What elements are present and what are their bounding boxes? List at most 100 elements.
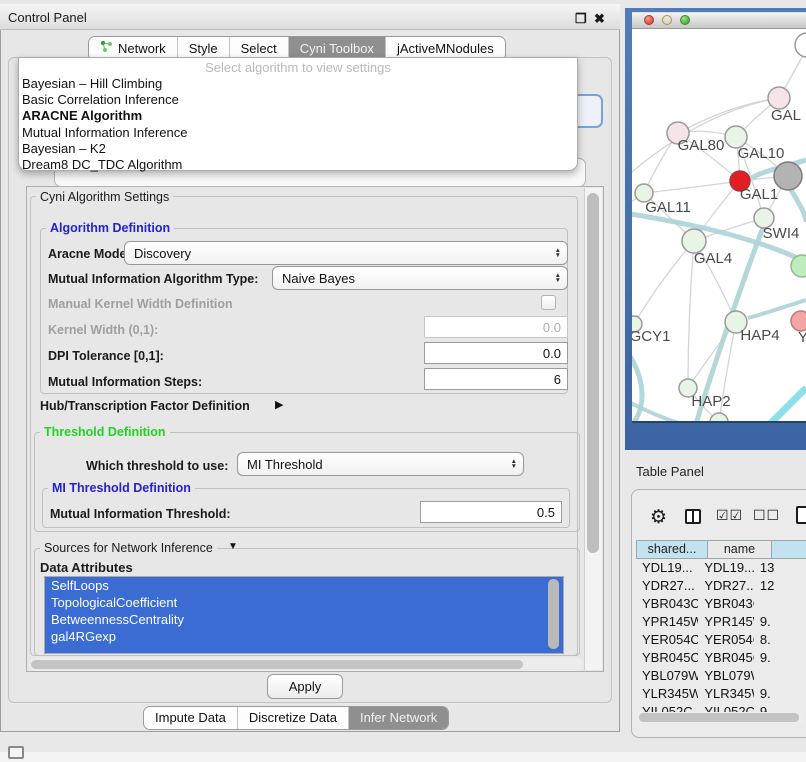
network-node[interactable] bbox=[710, 413, 728, 423]
data-attribute-item[interactable]: SelfLoops bbox=[45, 577, 563, 594]
table-row[interactable]: YBR045CYBR045C9. bbox=[636, 649, 806, 667]
network-node-label: SWI4 bbox=[763, 225, 800, 242]
apply-button[interactable]: Apply bbox=[267, 674, 343, 699]
mi-steps-field[interactable]: 6 bbox=[424, 368, 568, 390]
algorithm-option[interactable]: Bayesian – K2 bbox=[19, 141, 577, 157]
settings-horizontal-scrollbar-thumb[interactable] bbox=[31, 660, 523, 669]
data-attributes-list[interactable]: SelfLoopsTopologicalCoefficientBetweenne… bbox=[44, 576, 564, 654]
collapse-down-icon[interactable]: ▼ bbox=[228, 541, 238, 552]
bottom-tab-impute-label: Impute Data bbox=[155, 710, 226, 725]
data-attribute-item[interactable] bbox=[45, 645, 563, 654]
minimize-window-icon[interactable] bbox=[662, 15, 672, 25]
table-cell: YDR27... bbox=[698, 577, 754, 595]
algorithm-option[interactable]: Bayesian – Hill Climbing bbox=[19, 76, 577, 92]
algorithm-option[interactable]: Mutual Information Inference bbox=[19, 125, 577, 141]
network-node[interactable] bbox=[791, 255, 806, 277]
network-node-label: GAL10 bbox=[738, 145, 785, 162]
bottom-tab-impute[interactable]: Impute Data bbox=[144, 707, 237, 729]
network-edge-highlighted[interactable] bbox=[770, 388, 806, 423]
table-cell: YIL052C bbox=[636, 703, 698, 712]
gear-icon[interactable]: ⚙ bbox=[650, 506, 667, 528]
network-edge[interactable] bbox=[678, 98, 779, 133]
table-cell: 8. bbox=[754, 631, 806, 649]
table-cell: YBR045C bbox=[698, 649, 754, 667]
data-attributes-scrollbar-thumb[interactable] bbox=[548, 579, 559, 649]
mi-type-combobox[interactable]: Naive Bayes ▲▼ bbox=[272, 266, 568, 290]
table-row[interactable]: YPR145WYPR145W9. bbox=[636, 613, 806, 631]
network-canvas[interactable]: GALGAL80GAL10GAL1GAL11SWI4GAL4GCY1HAP4YH… bbox=[632, 29, 806, 423]
network-node-gal[interactable] bbox=[768, 87, 790, 109]
restore-panel-icon[interactable] bbox=[8, 746, 24, 759]
bottom-tab-infer[interactable]: Infer Network bbox=[348, 707, 448, 729]
table-cell: YBR043C bbox=[636, 595, 698, 613]
mi-type-label: Mutual Information Algorithm Type: bbox=[48, 272, 258, 286]
algorithm-option[interactable]: ARACNE Algorithm bbox=[19, 108, 577, 124]
stepper-icon: ▲▼ bbox=[511, 459, 517, 470]
table-cell: YBR045C bbox=[636, 649, 698, 667]
algorithm-dropdown-list: Bayesian – Hill ClimbingBasic Correlatio… bbox=[19, 76, 577, 173]
bottom-tab-discretize[interactable]: Discretize Data bbox=[237, 707, 348, 729]
network-node[interactable] bbox=[795, 33, 806, 57]
algorithm-dropdown-placeholder: Select algorithm to view settings bbox=[19, 60, 577, 76]
bottom-tab-infer-label: Infer Network bbox=[360, 710, 437, 725]
table-cell: YPR145W bbox=[698, 613, 754, 631]
data-attribute-item[interactable]: TopologicalCoefficient bbox=[45, 594, 563, 611]
table-horizontal-scrollbar-thumb[interactable] bbox=[639, 713, 799, 722]
checked-checkboxes-icon[interactable]: ☑☑ bbox=[716, 508, 743, 524]
algorithm-option[interactable]: Basic Correlation Inference bbox=[19, 92, 577, 108]
mi-threshold-field[interactable]: 0.5 bbox=[420, 501, 562, 523]
which-threshold-label: Which threshold to use: bbox=[86, 459, 228, 473]
table-cell bbox=[754, 595, 806, 613]
table-row[interactable]: YBL079WYBL079W bbox=[636, 667, 806, 685]
algorithm-definition-title: Algorithm Definition bbox=[46, 221, 174, 235]
close-panel-icon[interactable]: ✖ bbox=[594, 11, 605, 27]
table-column-header[interactable]: shared... bbox=[636, 540, 708, 559]
table-row[interactable]: YIL052CYIL052C9. bbox=[636, 703, 806, 712]
stepper-icon: ▲▼ bbox=[555, 248, 561, 259]
network-edge-highlighted[interactable] bbox=[790, 188, 806, 222]
table-cell: YBL079W bbox=[636, 667, 698, 685]
zoom-window-icon[interactable] bbox=[680, 15, 690, 25]
table-panel-title: Table Panel bbox=[636, 464, 704, 479]
document-icon[interactable] bbox=[796, 506, 806, 524]
dpi-tolerance-field[interactable]: 0.0 bbox=[424, 342, 568, 364]
network-node-y[interactable] bbox=[791, 311, 806, 331]
bottom-strip bbox=[0, 752, 806, 762]
table-cell: YBL079W bbox=[698, 667, 754, 685]
network-icon bbox=[100, 40, 113, 56]
table-row[interactable]: YDR27...YDR27...12 bbox=[636, 577, 806, 595]
network-edge-highlighted[interactable] bbox=[632, 352, 642, 423]
settings-vertical-scrollbar-thumb[interactable] bbox=[587, 193, 599, 553]
which-threshold-combobox[interactable]: MI Threshold ▲▼ bbox=[237, 452, 524, 476]
aracne-mode-combobox[interactable]: Discovery ▲▼ bbox=[124, 241, 568, 265]
tab-select-label: Select bbox=[241, 41, 277, 56]
table-cell: YBR043C bbox=[698, 595, 754, 613]
table-row[interactable]: YDL19...YDL19...13 bbox=[636, 559, 806, 577]
kernel-width-field[interactable]: 0.0 bbox=[424, 316, 568, 338]
network-edge[interactable] bbox=[644, 181, 740, 193]
manual-kernel-checkbox[interactable] bbox=[541, 295, 556, 310]
network-node-label: GAL80 bbox=[678, 137, 725, 154]
hub-definition-label[interactable]: Hub/Transcription Factor Definition bbox=[40, 399, 250, 413]
data-attribute-item[interactable]: BetweennessCentrality bbox=[45, 611, 563, 628]
table-column-header[interactable] bbox=[772, 540, 806, 559]
split-columns-icon[interactable] bbox=[685, 509, 701, 524]
table-row[interactable]: YER054CYER054C8. bbox=[636, 631, 806, 649]
table-header-row[interactable]: shared...name bbox=[636, 540, 806, 559]
table-row[interactable]: YLR345WYLR345W9. bbox=[636, 685, 806, 703]
sources-title[interactable]: Sources for Network Inference bbox=[40, 541, 217, 555]
unchecked-checkboxes-icon[interactable]: ☐☐ bbox=[753, 508, 780, 524]
algorithm-option[interactable]: Dream8 DC_TDC Algorithm bbox=[19, 157, 577, 173]
data-attribute-item[interactable]: gal4RGexp bbox=[45, 628, 563, 645]
float-panel-icon[interactable]: ❐ bbox=[575, 11, 587, 27]
table-cell: 13 bbox=[754, 559, 806, 577]
network-window-titlebar[interactable] bbox=[632, 12, 806, 29]
table-column-header[interactable]: name bbox=[708, 540, 772, 559]
network-node-label: HAP4 bbox=[740, 327, 779, 344]
network-edge[interactable] bbox=[634, 241, 694, 324]
expand-right-icon[interactable]: ▶ bbox=[275, 398, 283, 411]
network-node[interactable] bbox=[774, 162, 802, 190]
table-row[interactable]: YBR043CYBR043C bbox=[636, 595, 806, 613]
close-window-icon[interactable] bbox=[644, 15, 654, 25]
table-body: YDL19...YDL19...13YDR27...YDR27...12YBR0… bbox=[636, 559, 806, 712]
